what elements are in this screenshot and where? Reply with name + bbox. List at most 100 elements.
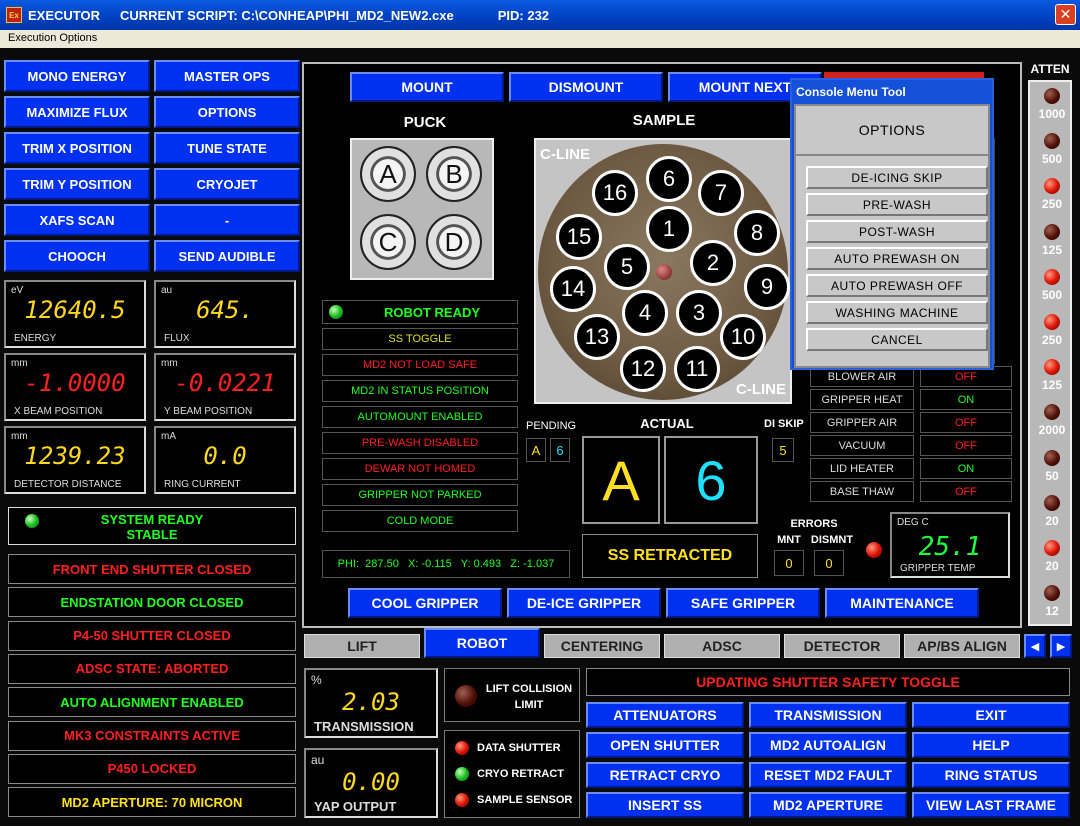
atten-item-250[interactable]: 250: [1030, 314, 1074, 347]
sample-slot-6[interactable]: 6: [646, 156, 692, 202]
xafs-scan-button[interactable]: XAFS SCAN: [4, 204, 150, 236]
trim-y-position-button[interactable]: TRIM Y POSITION: [4, 168, 150, 200]
md2-autoalign-button[interactable]: MD2 AUTOALIGN: [749, 732, 907, 758]
maintenance-button[interactable]: MAINTENANCE: [825, 588, 979, 618]
sample-slot-16[interactable]: 16: [592, 170, 638, 216]
open-shutter-button[interactable]: OPEN SHUTTER: [586, 732, 744, 758]
sample-slot-11[interactable]: 11: [674, 346, 720, 392]
atten-item-50[interactable]: 50: [1030, 449, 1074, 483]
tab-adsc[interactable]: ADSC: [664, 634, 780, 658]
menu-execution-options[interactable]: Execution Options: [8, 32, 97, 44]
cryojet-button[interactable]: CRYOJET: [154, 168, 300, 200]
atten-led[interactable]: [1044, 268, 1060, 285]
menu-post-wash[interactable]: POST-WASH: [806, 220, 988, 243]
atten-led[interactable]: [1044, 449, 1060, 466]
atten-led[interactable]: [1044, 540, 1060, 556]
tab-lift[interactable]: LIFT: [304, 634, 420, 658]
send-audible-button[interactable]: SEND AUDIBLE: [154, 240, 300, 272]
atten-led[interactable]: [1044, 404, 1060, 421]
sample-slot-7[interactable]: 7: [698, 170, 744, 216]
puck-d[interactable]: D: [426, 214, 482, 270]
gripper-temp-readout: DEG C 25.1 GRIPPER TEMP: [890, 512, 1010, 578]
attenuators-button[interactable]: ATTENUATORS: [586, 702, 744, 728]
menu-auto-prewash-off[interactable]: AUTO PREWASH OFF: [806, 274, 988, 297]
atten-led[interactable]: [1044, 585, 1060, 602]
tab-robot[interactable]: ROBOT: [424, 628, 540, 658]
gripper-heat-state: ON: [920, 389, 1012, 410]
atten-item-2000[interactable]: 2000: [1030, 404, 1074, 437]
options-button[interactable]: OPTIONS: [154, 96, 300, 128]
atten-led[interactable]: [1044, 133, 1060, 150]
atten-led[interactable]: [1044, 314, 1060, 330]
atten-led[interactable]: [1044, 359, 1060, 376]
md2-aperture-button[interactable]: MD2 APERTURE: [749, 792, 907, 818]
sample-slot-4[interactable]: 4: [622, 290, 668, 336]
transmission-button[interactable]: TRANSMISSION: [749, 702, 907, 728]
menu-de-icing-skip[interactable]: DE-ICING SKIP: [806, 166, 988, 189]
sample-slot-2[interactable]: 2: [690, 240, 736, 286]
atten-led[interactable]: [1044, 494, 1060, 511]
mount-button[interactable]: MOUNT: [350, 72, 504, 102]
sample-slot-8[interactable]: 8: [734, 210, 780, 256]
tune-state-button[interactable]: TUNE STATE: [154, 132, 300, 164]
reset-md2-fault-button[interactable]: RESET MD2 FAULT: [749, 762, 907, 788]
sample-slot-13[interactable]: 13: [574, 314, 620, 360]
sample-slot-14[interactable]: 14: [550, 266, 596, 312]
atten-item-250[interactable]: 250: [1030, 178, 1074, 211]
atten-value: 125: [1041, 378, 1063, 393]
tab-detector[interactable]: DETECTOR: [784, 634, 900, 658]
atten-item-125[interactable]: 125: [1030, 359, 1074, 392]
menu-bar: Execution Options: [0, 30, 1080, 48]
ring-status-button[interactable]: RING STATUS: [912, 762, 1070, 788]
retract-cryo-button[interactable]: RETRACT CRYO: [586, 762, 744, 788]
tab-ap-bs-align[interactable]: AP/BS ALIGN: [904, 634, 1020, 658]
lid-heater-label: LID HEATER: [810, 458, 914, 479]
atten-led[interactable]: [1044, 178, 1060, 195]
atten-item-20[interactable]: 20: [1030, 494, 1074, 528]
mono-energy-button[interactable]: MONO ENERGY: [4, 60, 150, 92]
atten-item-1000[interactable]: 1000: [1030, 88, 1074, 121]
atten-item-500[interactable]: 500: [1030, 268, 1074, 302]
master-ops-button[interactable]: MASTER OPS: [154, 60, 300, 92]
tab-centering[interactable]: CENTERING: [544, 634, 660, 658]
puck-c[interactable]: C: [360, 214, 416, 270]
atten-item-125[interactable]: 125: [1030, 223, 1074, 257]
sample-slot-3[interactable]: 3: [676, 290, 722, 336]
dismount-button[interactable]: DISMOUNT: [509, 72, 663, 102]
status-item: FRONT END SHUTTER CLOSED: [8, 554, 296, 584]
trim-x-position-button[interactable]: TRIM X POSITION: [4, 132, 150, 164]
sample-slot-1[interactable]: 1: [646, 206, 692, 252]
sample-slot-9[interactable]: 9: [744, 264, 790, 310]
de-ice-gripper-button[interactable]: DE-ICE GRIPPER: [507, 588, 661, 618]
tab-scroll-left-icon[interactable]: ◀: [1024, 634, 1046, 658]
menu-auto-prewash-on[interactable]: AUTO PREWASH ON: [806, 247, 988, 270]
dash-button[interactable]: -: [154, 204, 300, 236]
view-last-frame-button[interactable]: VIEW LAST FRAME: [912, 792, 1070, 818]
exit-button[interactable]: EXIT: [912, 702, 1070, 728]
safe-gripper-button[interactable]: SAFE GRIPPER: [666, 588, 820, 618]
atten-led[interactable]: [1044, 223, 1060, 240]
atten-item-20[interactable]: 20: [1030, 540, 1074, 573]
menu-washing-machine[interactable]: WASHING MACHINE: [806, 301, 988, 324]
atten-item-12[interactable]: 12: [1030, 585, 1074, 618]
cool-gripper-button[interactable]: COOL GRIPPER: [348, 588, 502, 618]
actual-puck: A: [582, 436, 660, 524]
insert-ss-button[interactable]: INSERT SS: [586, 792, 744, 818]
atten-led[interactable]: [1044, 88, 1060, 104]
left-button-grid: MONO ENERGY MASTER OPS MAXIMIZE FLUX OPTION…: [4, 60, 300, 275]
puck-b[interactable]: B: [426, 146, 482, 202]
sample-slot-10[interactable]: 10: [720, 314, 766, 360]
maximize-flux-button[interactable]: MAXIMIZE FLUX: [4, 96, 150, 128]
help-button[interactable]: HELP: [912, 732, 1070, 758]
atten-item-500[interactable]: 500: [1030, 133, 1074, 166]
sample-slot-12[interactable]: 12: [620, 346, 666, 392]
menu-pre-wash[interactable]: PRE-WASH: [806, 193, 988, 216]
puck-a[interactable]: A: [360, 146, 416, 202]
sample-slot-15[interactable]: 15: [556, 214, 602, 260]
sample-slot-5[interactable]: 5: [604, 244, 650, 290]
menu-cancel[interactable]: CANCEL: [806, 328, 988, 351]
close-icon[interactable]: ✕: [1055, 4, 1076, 25]
gripper-temp-led: [866, 542, 882, 558]
tab-scroll-right-icon[interactable]: ▶: [1050, 634, 1072, 658]
chooch-button[interactable]: CHOOCH: [4, 240, 150, 272]
